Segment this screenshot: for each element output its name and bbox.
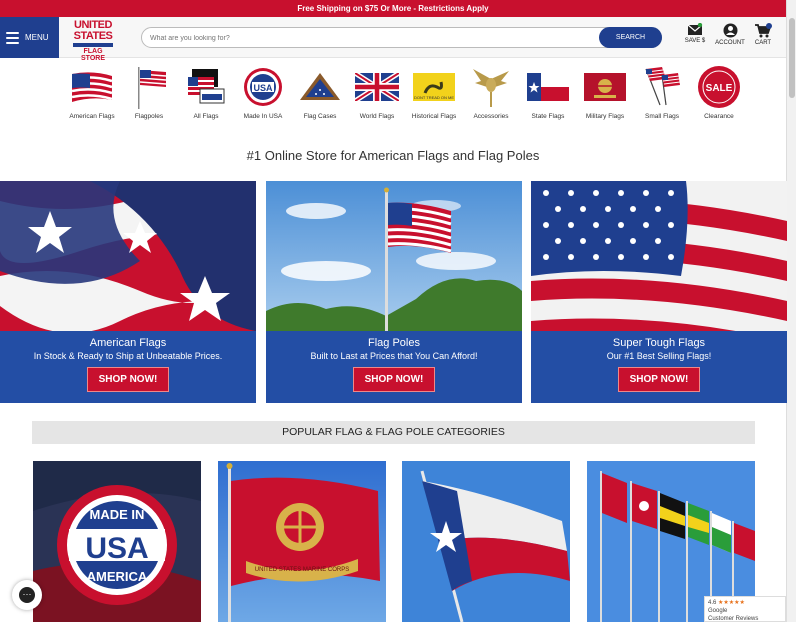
category-accessories[interactable]: Accessories	[461, 64, 521, 121]
promo-title: American Flags	[89, 337, 167, 349]
search-bar: SEARCH	[141, 27, 662, 48]
all-flags-icon	[188, 69, 225, 104]
promo-subtitle: In Stock & Ready to Ship at Unbeatable P…	[33, 351, 223, 361]
hamburger-icon	[6, 31, 19, 44]
eagle-icon	[473, 69, 509, 107]
menu-button[interactable]: MENU	[0, 17, 59, 58]
category-label: Flag Cases	[303, 113, 337, 120]
chat-icon: ···	[19, 587, 35, 603]
category-american-flags[interactable]: American Flags	[62, 64, 122, 121]
promo-title: Flag Poles	[368, 337, 420, 349]
flag-case-icon	[300, 73, 340, 100]
cart-icon	[755, 23, 772, 38]
tile-marine-ribbon: UNITED STATES MARINE CORPS	[255, 567, 349, 573]
category-military-flags[interactable]: Military Flags	[575, 64, 635, 121]
page-scrollbar[interactable]	[786, 0, 796, 622]
promo-flag-poles[interactable]: Flag Poles Built to Last at Prices that …	[266, 181, 522, 403]
category-label: Small Flags	[645, 113, 679, 120]
category-label: Military Flags	[585, 113, 625, 120]
category-flagpoles[interactable]: Flagpoles	[119, 64, 179, 121]
promo-caption: Flag Poles Built to Last at Prices that …	[266, 331, 522, 403]
tile-america-text: AMERICA	[87, 569, 148, 584]
flagpole-photo	[266, 181, 522, 331]
promo-super-tough-flags[interactable]: Super Tough Flags Our #1 Best Selling Fl…	[531, 181, 787, 403]
category-state-flags[interactable]: State Flags	[518, 64, 578, 121]
category-small-flags[interactable]: Small Flags	[632, 64, 692, 121]
account-link[interactable]: ACCOUNT	[714, 23, 746, 46]
category-clearance[interactable]: SALE Clearance	[689, 64, 749, 121]
category-world-flags[interactable]: World Flags	[347, 64, 407, 121]
category-all-flags[interactable]: All Flags	[176, 64, 236, 121]
waving-flag-photo	[531, 181, 787, 331]
marine-flag-icon	[584, 73, 626, 101]
svg-text:DONT TREAD ON ME: DONT TREAD ON ME	[414, 95, 454, 100]
search-button[interactable]: SEARCH	[599, 27, 662, 48]
promo-american-flags[interactable]: American Flags In Stock & Ready to Ship …	[0, 181, 256, 403]
promo-subtitle: Built to Last at Prices that You Can Aff…	[310, 351, 478, 361]
save-label: SAVE $	[684, 38, 706, 44]
google-reviews-badge[interactable]: 4.6 ★★★★★ Google Customer Reviews	[704, 596, 786, 622]
tile-made-in-usa[interactable]: USA MADE IN AMERICA	[33, 461, 201, 622]
texas-flag-icon	[527, 73, 569, 101]
logo-stripe	[73, 43, 113, 47]
site-logo[interactable]: UNITED STATES FLAG STORE	[71, 20, 115, 62]
shipping-banner[interactable]: Free Shipping on $75 Or More - Restricti…	[0, 0, 786, 17]
cart-link[interactable]: CART	[752, 23, 774, 46]
shop-now-button[interactable]: SHOP NOW!	[618, 367, 700, 392]
shop-now-button[interactable]: SHOP NOW!	[353, 367, 435, 392]
tile-made-in-text: MADE IN	[90, 507, 145, 522]
account-icon	[723, 23, 737, 38]
made-in-usa-icon: USA	[244, 68, 282, 106]
promo-title: Super Tough Flags	[612, 337, 706, 349]
category-label: Accessories	[473, 113, 509, 120]
tile-marine-flag[interactable]: UNITED STATES MARINE CORPS	[218, 461, 386, 622]
search-input[interactable]	[150, 31, 590, 45]
site-header: MENU UNITED STATES FLAG STORE SEARCH SAV…	[0, 17, 786, 62]
popular-categories-heading: POPULAR FLAG & FLAG POLE CATEGORIES	[32, 421, 755, 444]
scrollbar-thumb[interactable]	[789, 18, 795, 98]
american-flag-photo	[0, 181, 256, 331]
svg-text:SALE: SALE	[706, 83, 733, 94]
menu-label: MENU	[25, 33, 49, 42]
small-flags-icon	[645, 67, 681, 106]
shop-now-button[interactable]: SHOP NOW!	[87, 367, 169, 392]
category-label: All Flags	[193, 113, 219, 120]
category-label: Made In USA	[243, 113, 283, 120]
tile-texas-flag[interactable]	[402, 461, 570, 622]
category-label: Clearance	[704, 113, 734, 120]
historical-flag-icon: DONT TREAD ON ME	[413, 73, 455, 101]
world-flag-icon	[355, 73, 399, 101]
category-flag-cases[interactable]: Flag Cases	[290, 64, 350, 121]
category-label: State Flags	[531, 113, 565, 120]
logo-line3: FLAG STORE	[81, 48, 105, 62]
tile-usa-text: USA	[85, 532, 148, 565]
review-source: Google	[708, 608, 728, 614]
save-link[interactable]: SAVE $	[682, 23, 708, 44]
cart-label: CART	[754, 40, 772, 46]
category-label: Historical Flags	[411, 113, 457, 120]
category-label: World Flags	[359, 113, 395, 120]
category-historical-flags[interactable]: DONT TREAD ON ME Historical Flags	[404, 64, 464, 121]
category-nav: American Flags Flagpoles All Flags USA M…	[62, 64, 742, 134]
category-label: Flagpoles	[134, 113, 164, 120]
review-rating: 4.6	[708, 600, 717, 606]
svg-text:USA: USA	[253, 83, 273, 93]
logo-line2: STATES	[73, 30, 113, 42]
envelope-icon	[687, 23, 703, 35]
account-label: ACCOUNT	[715, 40, 745, 46]
category-made-in-usa[interactable]: USA Made In USA	[233, 64, 293, 121]
promo-caption: American Flags In Stock & Ready to Ship …	[0, 331, 256, 403]
american-flag-icon	[71, 72, 113, 102]
chat-button[interactable]: ···	[12, 580, 42, 610]
flagpole-icon	[138, 67, 167, 109]
review-stars: ★★★★★	[718, 600, 745, 606]
category-label: American Flags	[69, 113, 115, 120]
promo-subtitle: Our #1 Best Selling Flags!	[606, 351, 712, 361]
promo-caption: Super Tough Flags Our #1 Best Selling Fl…	[531, 331, 787, 403]
clearance-sale-icon: SALE	[698, 66, 740, 108]
page-tagline: #1 Online Store for American Flags and F…	[246, 148, 540, 163]
